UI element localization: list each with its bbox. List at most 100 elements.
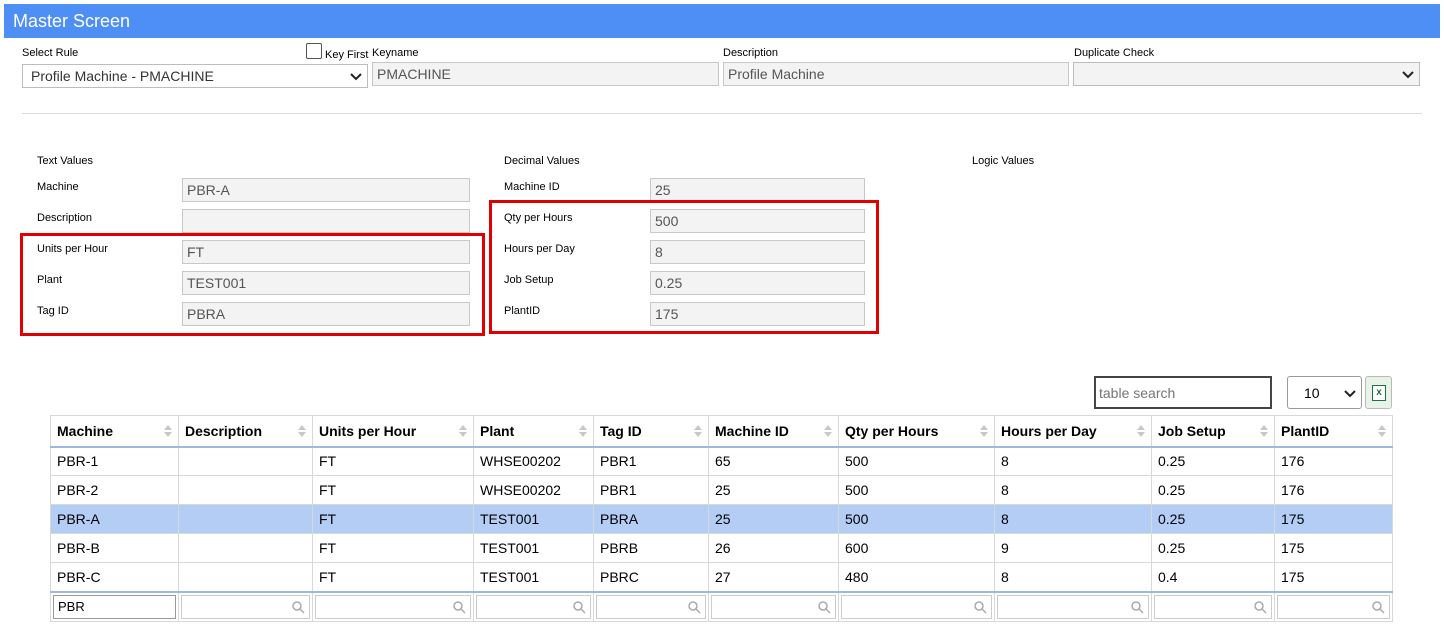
table-cell: FT [312,446,474,476]
sort-arrows-icon [298,425,306,437]
column-header-label: PlantID [1281,422,1330,439]
column-header-machine[interactable]: Machine [50,415,179,448]
keyname-label: Keyname [372,47,419,59]
select-rule-label: Select Rule [22,47,79,59]
table-cell: PBRA [593,504,709,534]
table-cell: 25 [708,504,839,534]
table-row[interactable]: PBR-1 FT WHSE00202 PBR1 65 500 8 0.25 176 [50,446,1393,476]
table-cell: 0.25 [1151,504,1275,534]
machine-label: Machine [37,181,79,193]
excel-export-button[interactable]: x [1365,376,1392,409]
column-header-plantid[interactable]: PlantID [1274,415,1393,448]
window-title: Master Screen [13,11,131,31]
duplicate-check-dropdown[interactable] [1073,62,1420,86]
column-filter-input[interactable] [841,594,992,619]
column-header-hours-per-day[interactable]: Hours per Day [994,415,1152,448]
table-cell: 8 [994,475,1152,505]
table-search-input[interactable] [1094,376,1272,409]
column-filter-input[interactable] [997,594,1149,619]
column-header-tag-id[interactable]: Tag ID [593,415,709,448]
column-header-label: Qty per Hours [845,422,939,439]
table-cell: 8 [994,504,1152,534]
filter-cell [1151,590,1275,622]
column-header-label: Tag ID [600,422,642,439]
table-cell: 480 [838,562,995,592]
table-cell: 600 [838,533,995,563]
table-cell: PBRB [593,533,709,563]
table-cell: 0.4 [1151,562,1275,592]
text-values-highlight-box [20,233,485,336]
filter-cell [1274,590,1393,622]
column-header-units-per-hour[interactable]: Units per Hour [312,415,474,448]
column-filter-input[interactable] [711,594,836,619]
sort-arrows-icon [824,425,832,437]
table-cell: PBR-B [50,533,179,563]
table-cell: 175 [1274,533,1393,563]
column-header-plant[interactable]: Plant [473,415,594,448]
search-icon [818,601,831,614]
sort-arrows-icon [459,425,467,437]
table-row[interactable]: PBR-C FT TEST001 PBRC 27 480 8 0.4 175 [50,562,1393,592]
table-cell: 500 [838,504,995,534]
machine-field[interactable]: PBR-A [182,178,470,202]
table-cell: 26 [708,533,839,563]
column-filter-input[interactable] [476,594,591,619]
column-header-qty-per-hours[interactable]: Qty per Hours [838,415,995,448]
table-cell: 65 [708,446,839,476]
machine-id-label: Machine ID [504,181,560,193]
column-header-label: Job Setup [1158,422,1226,439]
filter-cell [994,590,1152,622]
filter-cell [312,590,474,622]
column-filter-input[interactable] [1277,594,1390,619]
filter-cell [838,590,995,622]
keyname-field[interactable]: PMACHINE [372,62,719,86]
select-rule-dropdown[interactable]: Profile Machine - PMACHINE [22,64,368,88]
text-description-field[interactable] [182,209,470,233]
search-icon [1131,601,1144,614]
column-filter-input[interactable] [315,594,471,619]
table-cell: 27 [708,562,839,592]
text-description-label: Description [37,212,93,224]
description-field[interactable]: Profile Machine [723,62,1069,86]
sort-arrows-icon [579,425,587,437]
key-first-checkbox[interactable] [306,43,322,59]
page-size-value: 10 [1304,385,1320,401]
search-icon [453,601,466,614]
sort-arrows-icon [1378,425,1386,437]
machine-id-field[interactable]: 25 [650,178,865,202]
sort-arrows-icon [694,425,702,437]
logic-values-heading: Logic Values [972,155,1035,167]
column-filter-input[interactable] [1154,594,1272,619]
table-cell: 9 [994,533,1152,563]
table-cell: PBR1 [593,475,709,505]
column-filter-input[interactable]: PBR [53,594,176,619]
filter-row: PBR [50,590,1393,622]
search-icon [1372,601,1385,614]
table-cell: 0.25 [1151,446,1275,476]
table-cell: FT [312,533,474,563]
column-filter-input[interactable] [596,594,706,619]
column-header-job-setup[interactable]: Job Setup [1151,415,1275,448]
search-icon [974,601,987,614]
column-filter-value: PBR [58,598,85,614]
table-cell [178,533,313,563]
table-row[interactable]: PBR-2 FT WHSE00202 PBR1 25 500 8 0.25 176 [50,475,1393,505]
filter-cell [708,590,839,622]
table-row[interactable]: PBR-A FT TEST001 PBRA 25 500 8 0.25 175 [50,504,1393,534]
page-size-select[interactable]: 10 [1287,376,1362,409]
column-header-description[interactable]: Description [178,415,313,448]
table-cell: 8 [994,446,1152,476]
column-header-machine-id[interactable]: Machine ID [708,415,839,448]
table-cell: TEST001 [473,533,594,563]
description-label: Description [723,47,779,59]
table-cell: FT [312,504,474,534]
search-icon [1254,601,1267,614]
table-cell: 0.25 [1151,475,1275,505]
sort-arrows-icon [164,425,172,437]
search-icon [292,601,305,614]
excel-export-icon: x [1372,385,1386,401]
table-cell: 175 [1274,504,1393,534]
chevron-down-icon [1344,390,1356,398]
column-filter-input[interactable] [181,594,310,619]
table-row[interactable]: PBR-B FT TEST001 PBRB 26 600 9 0.25 175 [50,533,1393,563]
